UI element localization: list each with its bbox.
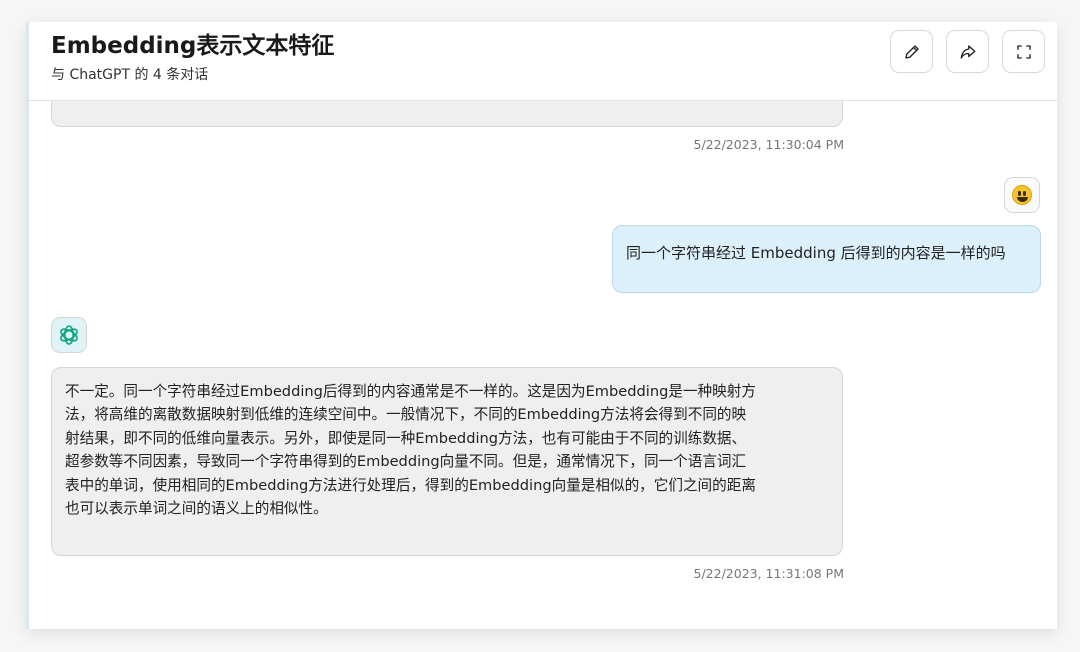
page-title: Embedding表示文本特征	[51, 33, 335, 59]
chatgpt-logo-icon	[60, 325, 78, 345]
answer-line: 不一定。同一个字符串经过Embedding后得到的内容通常是不一样的。这是因为E…	[65, 383, 756, 400]
assistant-avatar	[51, 317, 87, 353]
message-list[interactable]: 5/22/2023, 11:30:04 PM 同一个字符串经过 Embeddin…	[29, 71, 1057, 629]
message-timestamp: 5/22/2023, 11:31:08 PM	[693, 566, 844, 581]
smiley-emoji-icon	[1012, 185, 1032, 205]
pencil-icon	[904, 44, 919, 59]
message-timestamp: 5/22/2023, 11:30:04 PM	[693, 137, 844, 152]
user-avatar	[1004, 177, 1040, 213]
conversation-header: Embedding表示文本特征 与 ChatGPT 的 4 条对话	[29, 22, 1057, 101]
answer-line: 法，将高维的离散数据映射到低维的连续空间中。一般情况下，不同的Embedding…	[65, 406, 747, 424]
assistant-message-bubble: 不一定。同一个字符串经过Embedding后得到的内容通常是不一样的。这是因为E…	[51, 367, 843, 556]
answer-line: 射结果，即不同的低维向量表示。另外，即使是同一种Embedding方法，也有可能…	[65, 429, 747, 447]
expand-icon	[1016, 44, 1031, 59]
conversation-window: Embedding表示文本特征 与 ChatGPT 的 4 条对话 5/22/2…	[26, 22, 1057, 629]
share-icon	[960, 44, 975, 59]
fullscreen-button[interactable]	[1002, 30, 1045, 73]
edit-button[interactable]	[890, 30, 933, 73]
answer-line: 超参数等不同因素，导致同一个字符串得到的Embedding向量不同。但是，通常情…	[65, 453, 747, 471]
share-button[interactable]	[946, 30, 989, 73]
user-message-bubble: 同一个字符串经过 Embedding 后得到的内容是一样的吗	[612, 225, 1041, 293]
answer-line: 也可以表示单词之间的语义上的相似性。	[65, 500, 328, 518]
conversation-subtitle: 与 ChatGPT 的 4 条对话	[51, 67, 209, 83]
answer-line: 表中的单词，使用相同的Embedding方法进行处理后，得到的Embedding…	[65, 476, 756, 494]
